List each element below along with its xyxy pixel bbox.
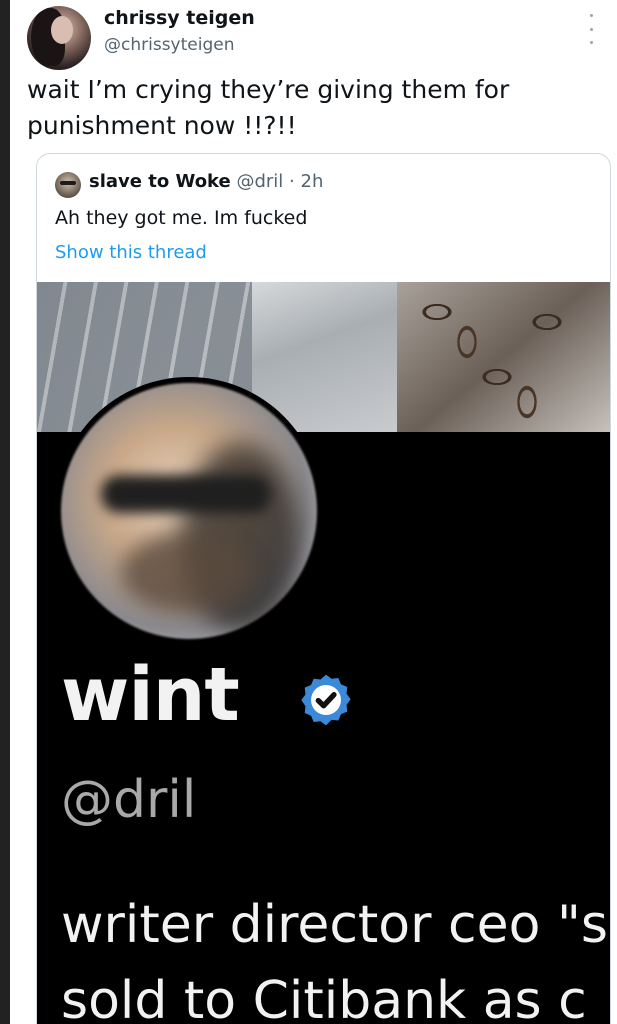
dot <box>589 41 593 44</box>
quoted-tweet-text: Ah they got me. Im fucked <box>55 207 308 229</box>
avatar-glasses <box>60 181 76 185</box>
profile-bio: writer director ceo "s sold to Citibank … <box>61 887 608 1024</box>
author-handle[interactable]: @chrissyteigen <box>104 35 234 55</box>
more-options-icon[interactable] <box>584 14 598 44</box>
quoted-media-image[interactable]: wint @dril writer director ceo "s sold t… <box>37 282 610 1024</box>
tweet-text: wait I’m crying they’re giving them for … <box>27 72 567 144</box>
tweet: chrissy teigen @chrissyteigen wait I’m c… <box>10 0 617 1024</box>
tweet-text-line: wait I’m crying they’re giving them for <box>27 75 510 104</box>
quoted-handle[interactable]: @dril <box>236 171 283 192</box>
profile-picture-photo <box>61 383 317 639</box>
sunglasses <box>101 475 271 513</box>
profile-name: wint <box>61 652 240 738</box>
separator-dot: · <box>289 171 295 192</box>
page: chrissy teigen @chrissyteigen wait I’m c… <box>0 0 617 1024</box>
profile-picture <box>55 377 323 645</box>
window-edge <box>0 0 10 1024</box>
quoted-tweet-header: slave to Woke @dril · 2h <box>89 171 323 192</box>
profile-handle: @dril <box>61 770 197 830</box>
quoted-timestamp[interactable]: 2h <box>301 171 324 192</box>
profile-bio-line: writer director ceo "s <box>61 895 608 955</box>
beard <box>121 533 251 613</box>
tweet-text-line: punishment now !!?!! <box>27 111 297 140</box>
avatar-face <box>51 16 73 44</box>
profile-bio-line: sold to Citibank as c <box>61 971 587 1024</box>
verified-badge-icon <box>301 674 351 726</box>
author-display-name[interactable]: chrissy teigen <box>104 7 255 29</box>
show-thread-link[interactable]: Show this thread <box>55 242 207 263</box>
banner-chain <box>397 282 610 432</box>
quoted-author-avatar[interactable] <box>55 172 81 198</box>
dot <box>589 27 593 31</box>
dot <box>589 14 593 17</box>
quoted-tweet-card[interactable]: slave to Woke @dril · 2h Ah they got me.… <box>36 153 611 1024</box>
quoted-display-name[interactable]: slave to Woke <box>89 171 231 192</box>
author-avatar[interactable] <box>27 6 91 70</box>
